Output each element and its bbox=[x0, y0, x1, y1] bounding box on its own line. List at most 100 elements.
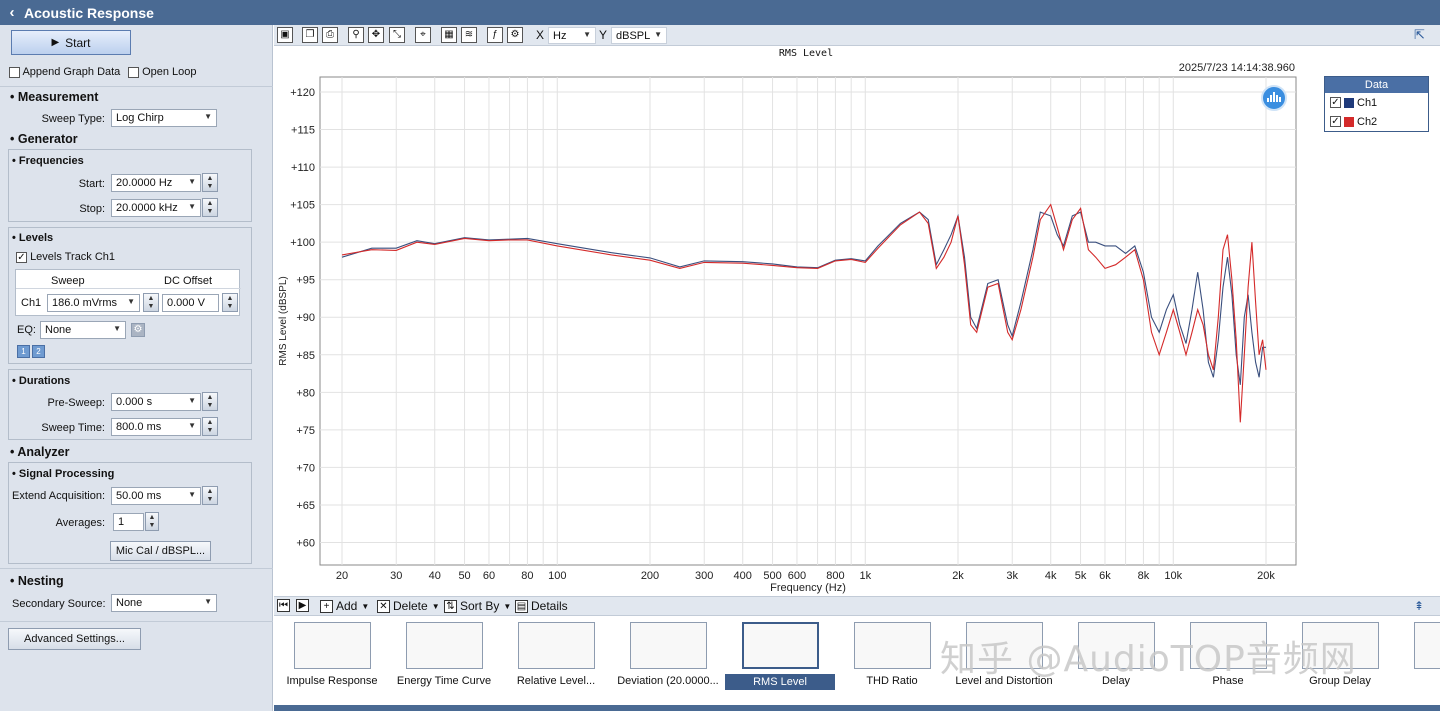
thumbnail-thd-ratio[interactable]: THD Ratio bbox=[837, 622, 947, 700]
x-tick-label: 20 bbox=[336, 570, 348, 582]
thumbnail-preview bbox=[518, 622, 595, 669]
thumbnail-rms-level[interactable]: RMS Level bbox=[725, 622, 835, 700]
expand-icon[interactable]: ⇞ bbox=[1414, 599, 1424, 613]
details-button[interactable]: ▤ Details bbox=[515, 599, 568, 613]
secondary-source-label: Secondary Source: bbox=[12, 598, 106, 610]
presweep-stepper[interactable]: ▲ ▼ bbox=[202, 392, 218, 411]
start-freq-stepper[interactable]: ▲ ▼ bbox=[202, 173, 218, 192]
thumbnail-impulse-response[interactable]: Impulse Response bbox=[277, 622, 387, 700]
averages-label: Averages: bbox=[55, 517, 105, 529]
channel-1-icon[interactable]: 1 bbox=[17, 345, 30, 358]
sweep-level-field[interactable]: 186.0 mVrms ▼ bbox=[47, 294, 140, 312]
signal-processing-heading[interactable]: • Signal Processing bbox=[12, 468, 114, 480]
sweep-level-stepper[interactable]: ▲ ▼ bbox=[143, 293, 159, 312]
zoom-out-icon[interactable]: ⤡ bbox=[389, 27, 405, 43]
x-unit-select[interactable]: Hz ▼ bbox=[548, 27, 596, 44]
levels-track-checkbox[interactable]: ✓ bbox=[16, 251, 27, 263]
divider bbox=[0, 568, 273, 569]
eq-select[interactable]: None ▼ bbox=[40, 321, 126, 339]
averages-field[interactable]: 1 bbox=[113, 513, 144, 531]
app-logo-bar bbox=[1270, 95, 1272, 102]
dc-offset-column-header: DC Offset bbox=[164, 275, 213, 287]
function-icon[interactable]: ƒ bbox=[487, 27, 503, 43]
legend-item-ch1[interactable]: ✓ Ch1 bbox=[1325, 93, 1428, 112]
next-page-icon[interactable]: ▶ bbox=[296, 599, 312, 612]
y-axis-label: Y bbox=[599, 28, 608, 42]
print-icon[interactable]: ⎙ bbox=[322, 27, 338, 43]
details-icon: ▤ bbox=[515, 599, 528, 613]
fit-icon[interactable]: ✥ bbox=[368, 27, 384, 43]
stop-freq-stepper[interactable]: ▲ ▼ bbox=[202, 198, 218, 217]
thumbnail-deviation-20-0000[interactable]: Deviation (20.0000... bbox=[613, 622, 723, 700]
x-axis-title: Frequency (Hz) bbox=[770, 582, 846, 594]
x-tick-label: 4k bbox=[1045, 570, 1057, 582]
sort-by-button[interactable]: ⇅ Sort By ▼ bbox=[444, 599, 511, 613]
add-button[interactable]: + Add ▼ bbox=[320, 599, 369, 613]
start-freq-field[interactable]: 20.0000 Hz ▼ bbox=[111, 174, 201, 192]
x-tick-label: 40 bbox=[429, 570, 441, 582]
averages-stepper[interactable]: ▲ ▼ bbox=[145, 512, 159, 531]
gear-icon[interactable]: ⚙ bbox=[131, 323, 145, 337]
dc-offset-field[interactable]: 0.000 V bbox=[162, 294, 219, 312]
graph-options-icon[interactable]: ≋ bbox=[461, 27, 477, 43]
cursor-icon[interactable]: ⌖ bbox=[415, 27, 431, 43]
status-bar bbox=[274, 705, 1440, 711]
thumbnail-label: Energy Time Curve bbox=[396, 675, 492, 687]
thumbnail-relative-level[interactable]: Relative Level... bbox=[501, 622, 611, 700]
durations-heading[interactable]: • Durations bbox=[12, 375, 70, 387]
open-loop-checkbox[interactable] bbox=[128, 66, 139, 78]
y-tick-label: +80 bbox=[296, 387, 315, 399]
levels-heading[interactable]: • Levels bbox=[12, 232, 53, 244]
undock-icon[interactable]: ⇱ bbox=[1414, 27, 1425, 43]
table-icon[interactable]: ▦ bbox=[441, 27, 457, 43]
presweep-field[interactable]: 0.000 s ▼ bbox=[111, 393, 201, 411]
open-loop-option[interactable]: Open Loop bbox=[128, 66, 197, 78]
ch2-visibility-checkbox[interactable]: ✓ bbox=[1330, 116, 1341, 127]
channel-label: Ch1 bbox=[21, 297, 42, 309]
analyzer-heading[interactable]: • Analyzer bbox=[10, 445, 70, 459]
thumbnail-label: THD Ratio bbox=[866, 675, 918, 687]
extend-acquisition-field[interactable]: 50.00 ms ▼ bbox=[111, 487, 201, 505]
first-page-icon[interactable]: ⏮ bbox=[277, 599, 293, 612]
mic-cal-button[interactable]: Mic Cal / dBSPL... bbox=[110, 541, 211, 561]
advanced-settings-button[interactable]: Advanced Settings... bbox=[8, 628, 141, 650]
y-tick-label: +90 bbox=[296, 312, 315, 324]
delete-button[interactable]: ✕ Delete ▼ bbox=[377, 599, 440, 613]
y-tick-label: +75 bbox=[296, 425, 315, 437]
append-graph-option[interactable]: Append Graph Data bbox=[9, 66, 120, 78]
legend-item-ch2[interactable]: ✓ Ch2 bbox=[1325, 112, 1428, 131]
save-icon[interactable]: ▣ bbox=[277, 27, 293, 43]
app-logo-bar bbox=[1276, 95, 1278, 102]
generator-heading[interactable]: • Generator bbox=[10, 132, 78, 146]
divider bbox=[16, 288, 241, 289]
measurement-heading[interactable]: • Measurement bbox=[10, 90, 98, 104]
x-tick-label: 300 bbox=[695, 570, 713, 582]
settings-icon[interactable]: ⚙ bbox=[507, 27, 523, 43]
levels-track-option[interactable]: ✓ Levels Track Ch1 bbox=[16, 251, 115, 263]
back-arrow-icon[interactable]: ‹ bbox=[0, 4, 24, 21]
ch1-visibility-checkbox[interactable]: ✓ bbox=[1330, 97, 1341, 108]
dc-offset-stepper[interactable]: ▲ ▼ bbox=[222, 293, 238, 312]
sweep-type-select[interactable]: Log Chirp ▼ bbox=[111, 109, 217, 127]
secondary-source-select[interactable]: None ▼ bbox=[111, 594, 217, 612]
y-unit-select[interactable]: dBSPL ▼ bbox=[611, 27, 667, 44]
frequencies-heading[interactable]: • Frequencies bbox=[12, 155, 84, 167]
chevron-down-icon: ▼ bbox=[583, 30, 591, 39]
nesting-heading[interactable]: • Nesting bbox=[10, 574, 64, 588]
extend-acquisition-stepper[interactable]: ▲ ▼ bbox=[202, 486, 218, 505]
channel-2-icon[interactable]: 2 bbox=[32, 345, 45, 358]
sweep-time-field[interactable]: 800.0 ms ▼ bbox=[111, 418, 201, 436]
start-button[interactable]: ▶ Start bbox=[11, 30, 131, 55]
append-graph-checkbox[interactable] bbox=[9, 66, 20, 78]
x-tick-label: 50 bbox=[458, 570, 470, 582]
app-logo-bar bbox=[1273, 92, 1275, 102]
sweep-time-stepper[interactable]: ▲ ▼ bbox=[202, 417, 218, 436]
stop-freq-field[interactable]: 20.0000 kHz ▼ bbox=[111, 199, 201, 217]
copy-icon[interactable]: ❐ bbox=[302, 27, 318, 43]
thumbnail-th[interactable]: Th bbox=[1397, 622, 1440, 700]
thumbnail-energy-time-curve[interactable]: Energy Time Curve bbox=[389, 622, 499, 700]
x-tick-label: 3k bbox=[1006, 570, 1018, 582]
rms-level-chart[interactable]: +60 +65 +70 +75 +80 +85 +90 +95 +100 +105 +110 +115… bbox=[274, 46, 1440, 596]
chart-title: RMS Level bbox=[779, 48, 833, 59]
zoom-icon[interactable]: ⚲ bbox=[348, 27, 364, 43]
